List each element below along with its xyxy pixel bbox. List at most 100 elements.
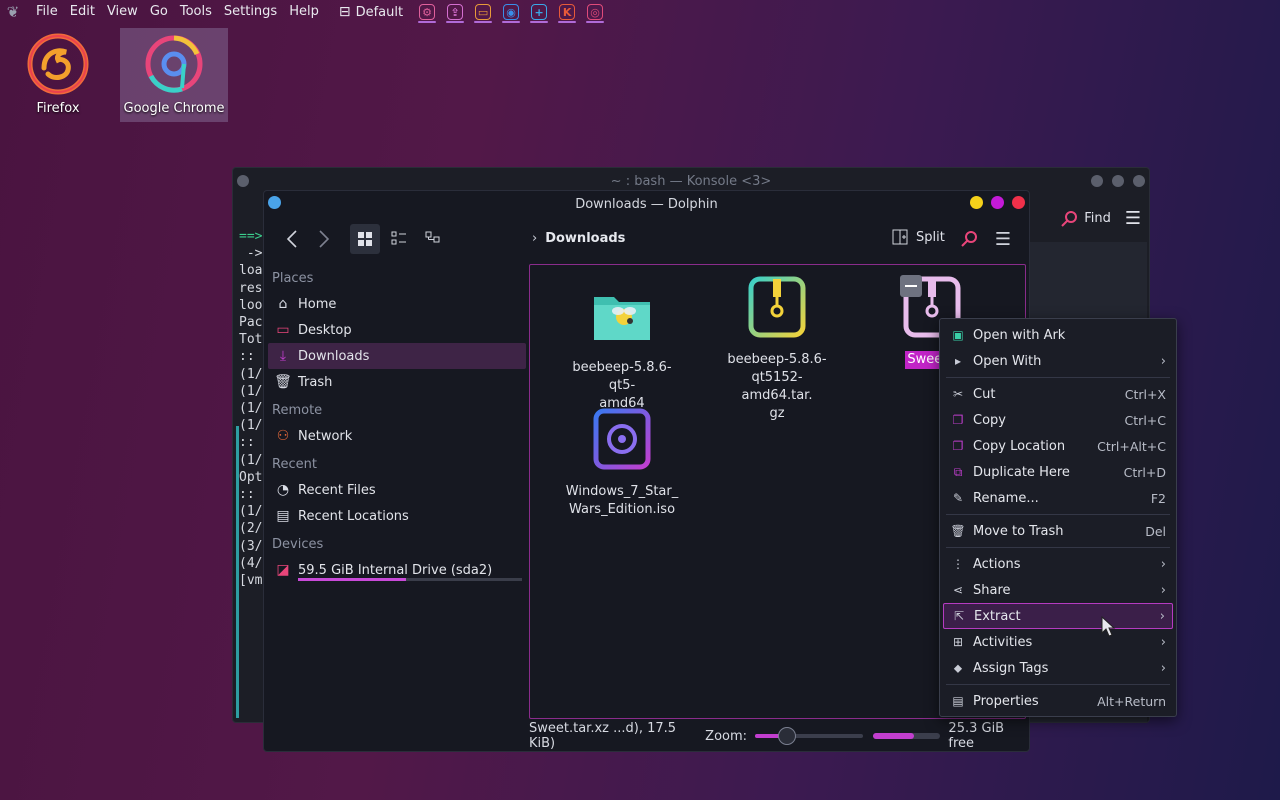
menu-item-activities[interactable]: ⊞ Activities › (940, 629, 1176, 655)
file-name-line: beebeep-5.8.6- (727, 352, 827, 367)
menu-item-copy-location[interactable]: ❐ Copy Location Ctrl+Alt+C (940, 433, 1176, 459)
menu-item-cut[interactable]: ✂ Cut Ctrl+X (940, 381, 1176, 407)
sidebar-item-desktop[interactable]: ▭ Desktop (268, 317, 526, 343)
details-view-button[interactable] (420, 224, 446, 254)
task-indicator (418, 21, 437, 23)
chevron-right-icon: › (1160, 660, 1166, 676)
konsole-minimize-button[interactable] (1091, 175, 1103, 187)
menu-settings[interactable]: Settings (218, 0, 283, 24)
zoom-slider-handle[interactable] (777, 727, 796, 745)
menu-item-label: Duplicate Here (973, 464, 1070, 480)
menu-item-copy[interactable]: ❐ Copy Ctrl+C (940, 407, 1176, 433)
menu-item-label: Properties (973, 693, 1039, 709)
menu-view[interactable]: View (101, 0, 144, 24)
menu-go[interactable]: Go (144, 0, 174, 24)
sidebar-header-places: Places (272, 271, 314, 286)
task-chrome[interactable]: ◎ (585, 1, 605, 23)
back-button[interactable] (280, 224, 304, 254)
sidebar-item-trash[interactable]: 🗑 Trash (268, 369, 526, 395)
menu-item-move-to-trash[interactable]: 🗑 Move to Trash Del (940, 518, 1176, 544)
hamburger-menu-icon[interactable]: ☰ (990, 224, 1016, 254)
task-firefox[interactable]: ◉ (501, 1, 521, 23)
sidebar-item-network[interactable]: ⚇ Network (268, 423, 526, 449)
breadcrumb[interactable]: › Downloads (532, 231, 625, 246)
app-menu-logo-icon[interactable]: ❦ (4, 3, 22, 21)
sidebar-item-home[interactable]: ⌂ Home (268, 291, 526, 317)
sidebar-item-label: Desktop (298, 322, 352, 338)
konsole-find-button[interactable]: Find (1060, 210, 1111, 228)
desktop-icon-firefox[interactable]: Firefox (4, 28, 112, 122)
konsole-hamburger-menu-icon[interactable]: ☰ (1125, 208, 1141, 229)
task-updater[interactable]: ⇪ (445, 1, 465, 23)
desktop-icon-google-chrome[interactable]: Google Chrome (120, 28, 228, 122)
menu-item-label: Copy (973, 412, 1006, 428)
menu-tools[interactable]: Tools (174, 0, 218, 24)
copy-location-icon: ❐ (952, 439, 964, 453)
file-item[interactable]: beebeep-5.8.6-qt5- amd64 (562, 283, 682, 413)
compact-view-button[interactable] (386, 224, 412, 254)
menu-item-label: Activities (973, 634, 1033, 650)
konsole-close-button[interactable] (1133, 175, 1145, 187)
sidebar-item-downloads[interactable]: ⤓ Downloads (268, 343, 526, 369)
task-indicator (530, 21, 549, 23)
task-discover[interactable]: + (529, 1, 549, 23)
breadcrumb-current[interactable]: Downloads (545, 231, 625, 246)
menu-item-label: Copy Location (973, 438, 1066, 454)
close-button[interactable] (1012, 196, 1025, 209)
file-item[interactable]: beebeep-5.8.6- qt5152-amd64.tar. gz (717, 275, 837, 423)
menu-item-shortcut: Ctrl+X (1124, 386, 1166, 402)
kvantum-icon: K (559, 4, 576, 20)
task-dolphin[interactable]: ▭ (473, 1, 493, 23)
share-icon: ⋖ (952, 583, 964, 597)
updater-icon: ⇪ (447, 4, 464, 20)
layout-label: Default (355, 4, 404, 20)
layout-icon: ⊟ (338, 4, 351, 20)
settings-icon: ⚙ (419, 4, 436, 20)
menu-item-properties[interactable]: ▤ Properties Alt+Return (940, 688, 1176, 714)
icons-view-button[interactable] (350, 224, 380, 254)
menu-item-label: Open with Ark (973, 327, 1066, 343)
sidebar-item-recent-locations[interactable]: ▤ Recent Locations (268, 503, 526, 529)
menu-item-label: Actions (973, 556, 1021, 572)
dolphin-icon: ▭ (475, 4, 492, 20)
sidebar-item-59-5-gib-internal-drive-sda2-[interactable]: ◪ 59.5 GiB Internal Drive (sda2) (268, 557, 526, 583)
split-button[interactable]: Split (892, 229, 945, 245)
sidebar-item-recent-files[interactable]: ◔ Recent Files (268, 477, 526, 503)
menu-edit[interactable]: Edit (64, 0, 101, 24)
maximize-button[interactable] (991, 196, 1004, 209)
dolphin-app-icon (268, 196, 281, 209)
minimize-button[interactable] (970, 196, 983, 209)
dolphin-window[interactable]: Downloads — Dolphin › Downloads Split ☰ … (263, 190, 1030, 752)
konsole-maximize-button[interactable] (1112, 175, 1124, 187)
extract-icon: ⇱ (953, 609, 965, 623)
task-kvantum[interactable]: K (557, 1, 577, 23)
menu-separator (946, 684, 1170, 685)
sidebar-header-recent: Recent (272, 457, 317, 472)
network-icon: ⚇ (276, 428, 290, 444)
menu-item-duplicate-here[interactable]: ⧉ Duplicate Here Ctrl+D (940, 459, 1176, 485)
menu-item-share[interactable]: ⋖ Share › (940, 577, 1176, 603)
task-settings[interactable]: ⚙ (417, 1, 437, 23)
top-panel: ❦ File Edit View Go Tools Settings Help ⊟ Defa… (0, 0, 1280, 24)
chevron-right-icon: › (1160, 353, 1166, 369)
forward-button[interactable] (312, 224, 336, 254)
properties-icon: ▤ (952, 694, 964, 708)
dolphin-title: Downloads — Dolphin (575, 196, 718, 212)
menu-item-actions[interactable]: ⋮ Actions › (940, 551, 1176, 577)
task-indicator (474, 21, 493, 23)
menu-help[interactable]: Help (283, 0, 325, 24)
menu-item-open-with[interactable]: ▸ Open With › (940, 348, 1176, 374)
search-button[interactable] (956, 224, 982, 254)
layout-switcher[interactable]: ⊟ Default (333, 4, 409, 20)
trash-icon: 🗑 (950, 524, 966, 538)
zoom-slider[interactable] (755, 727, 863, 745)
menu-item-open-with-ark[interactable]: ▣ Open with Ark (940, 322, 1176, 348)
menu-item-assign-tags[interactable]: ⬥ Assign Tags › (940, 655, 1176, 681)
file-item[interactable]: Windows_7_Star_ Wars_Edition.iso (562, 407, 682, 519)
menu-file[interactable]: File (30, 0, 64, 24)
desktop-icon-label: Google Chrome (123, 101, 225, 116)
dolphin-titlebar[interactable]: Downloads — Dolphin (264, 191, 1029, 217)
menu-item-rename[interactable]: ✎ Rename... F2 (940, 485, 1176, 511)
find-label: Find (1084, 211, 1111, 226)
menu-item-extract[interactable]: ⇱ Extract › (943, 603, 1173, 629)
